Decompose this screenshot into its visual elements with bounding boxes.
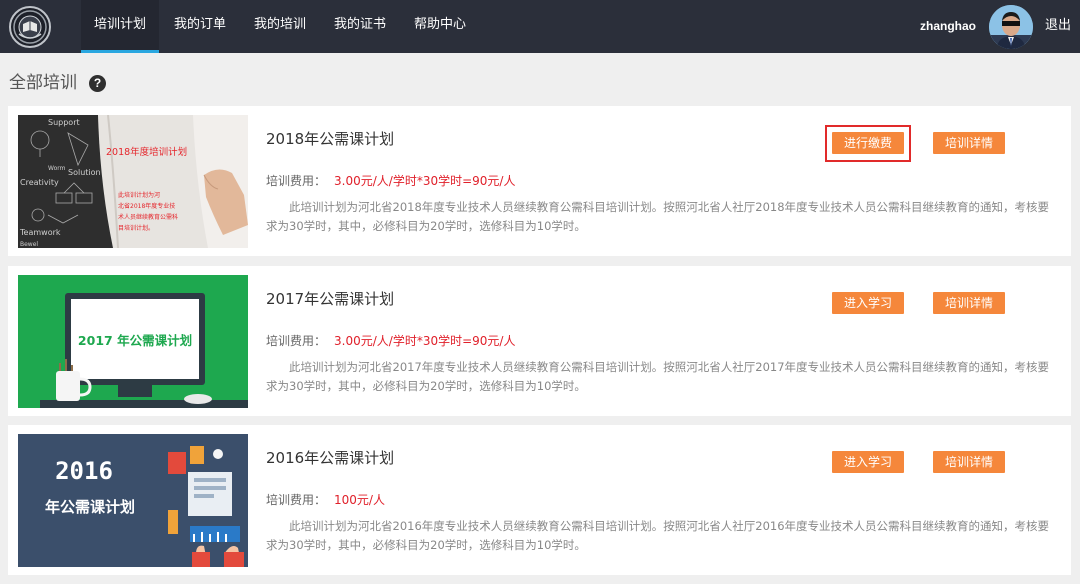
fee-value: 3.00元/人/学时*30学时=90元/人 [334, 174, 516, 188]
course-description: 此培训计划为河北省2018年度专业技术人员继续教育公需科目培训计划。按照河北省人… [266, 200, 1050, 233]
nav-item-label: 培训计划 [93, 17, 146, 32]
fee-label: 培训费用： [266, 334, 327, 348]
thumb-title: 2018年度培训计划 [106, 146, 187, 158]
training-details-button[interactable]: 培训详情 [933, 451, 1005, 473]
enter-study-button[interactable]: 进入学习 [832, 451, 904, 473]
thumb-word: Solution [68, 168, 101, 177]
training-card-2016: 2016 年公需课计划 2016年公需课计划 培训费用： 100元/人 此培训计划… [8, 425, 1071, 575]
top-nav-bar: 培训计划 我的订单 我的培训 我的证书 帮助中心 zhanghao 退出 [0, 0, 1080, 53]
nav-item-training-plan[interactable]: 培训计划 [81, 0, 159, 53]
course-thumbnail[interactable]: 2017 年公需课计划 [18, 275, 248, 408]
fee-value: 3.00元/人/学时*30学时=90元/人 [334, 334, 516, 348]
nav-item-my-certificates[interactable]: 我的证书 [328, 0, 392, 53]
logo-emblem-icon [13, 10, 47, 44]
course-fee: 培训费用： 100元/人 [266, 491, 385, 508]
course-title[interactable]: 2017年公需课计划 [266, 288, 394, 309]
training-details-button[interactable]: 培训详情 [933, 132, 1005, 154]
course-title[interactable]: 2016年公需课计划 [266, 447, 394, 468]
nav-item-label: 帮助中心 [413, 17, 466, 32]
thumb-word: Worm [48, 165, 66, 172]
course-thumbnail[interactable]: Support Worm Solution Creativity Teamwor… [18, 115, 248, 248]
site-logo[interactable] [9, 6, 51, 48]
training-card-2018: Support Worm Solution Creativity Teamwor… [8, 106, 1071, 256]
enter-study-button[interactable]: 进入学习 [832, 292, 904, 314]
thumb-title: 2017 年公需课计划 [78, 333, 192, 348]
nav-item-my-training[interactable]: 我的培训 [248, 0, 312, 53]
thumb-note: 此培训计划为河 [118, 191, 160, 199]
thumb-year: 2016 [55, 457, 113, 485]
thumb-word: Creativity [20, 178, 59, 187]
thumb-note: 目培训计划。 [118, 224, 154, 232]
course-fee: 培训费用： 3.00元/人/学时*30学时=90元/人 [266, 332, 515, 349]
thumb-word: Support [48, 118, 80, 127]
thumb-note: 术人员继续教育公需科 [118, 213, 178, 221]
course-description: 此培训计划为河北省2016年度专业技术人员继续教育公需科目培训计划。按照河北省人… [266, 519, 1050, 552]
nav-item-my-orders[interactable]: 我的订单 [168, 0, 232, 53]
logout-link[interactable]: 退出 [1045, 0, 1071, 53]
nav-item-help-center[interactable]: 帮助中心 [408, 0, 472, 53]
nav-item-label: 我的订单 [173, 17, 226, 32]
monitor-illustration-image: 2017 年公需课计划 [18, 275, 248, 408]
user-avatar-icon [989, 5, 1033, 49]
chalkboard-curtain-image: Support Worm Solution Creativity Teamwor… [18, 115, 248, 248]
fee-label: 培训费用： [266, 174, 327, 188]
pay-button[interactable]: 进行缴费 [832, 132, 904, 154]
nav-item-label: 我的证书 [333, 17, 386, 32]
nav-item-label: 我的培训 [253, 17, 306, 32]
page-title: 全部培训 [9, 73, 77, 93]
training-details-button[interactable]: 培训详情 [933, 292, 1005, 314]
fee-label: 培训费用： [266, 493, 327, 507]
course-fee: 培训费用： 3.00元/人/学时*30学时=90元/人 [266, 172, 515, 189]
thumb-note: 北省2018年度专业技 [118, 202, 175, 210]
username[interactable]: zhanghao [900, 0, 976, 53]
thumb-title: 年公需课计划 [45, 498, 135, 516]
training-card-2017: 2017 年公需课计划 2017年公需课计划 培训费用： 3.00元/人/学时*3… [8, 266, 1071, 416]
fee-value: 100元/人 [334, 493, 385, 507]
question-circle-icon[interactable]: ? [89, 75, 106, 92]
thumb-word: Bewel [20, 241, 38, 248]
course-thumbnail[interactable]: 2016 年公需课计划 [18, 434, 248, 567]
avatar[interactable] [989, 5, 1033, 49]
study-illustration-image: 2016 年公需课计划 [18, 434, 248, 567]
thumb-word: Teamwork [19, 228, 61, 237]
course-description: 此培训计划为河北省2017年度专业技术人员继续教育公需科目培训计划。按照河北省人… [266, 360, 1050, 393]
course-title[interactable]: 2018年公需课计划 [266, 128, 394, 149]
